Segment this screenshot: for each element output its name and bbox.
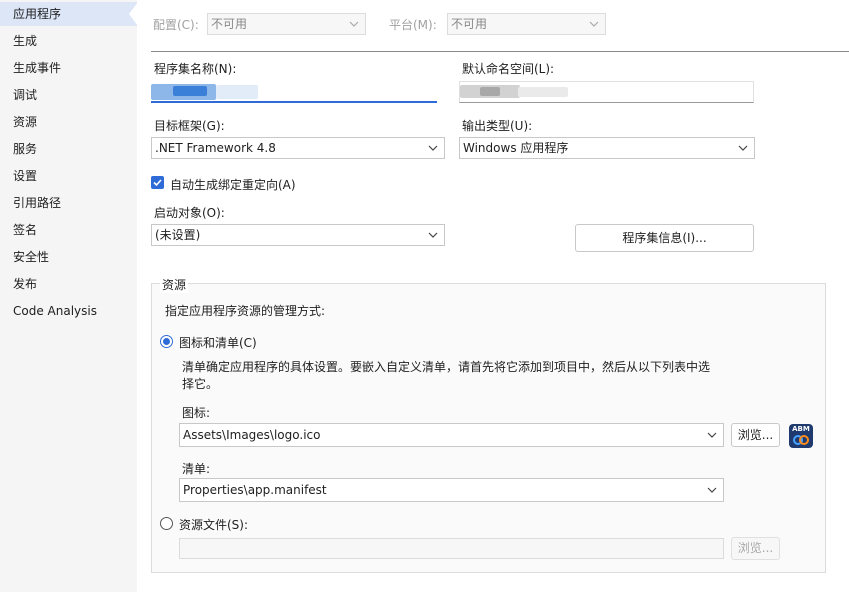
resources-description: 指定应用程序资源的管理方式: — [165, 304, 326, 318]
manifest-label: 清单: — [182, 462, 211, 476]
sidebar-item-build-events[interactable]: 生成事件 — [0, 56, 137, 80]
chevron-down-icon — [707, 487, 717, 493]
sidebar-item-code-analysis[interactable]: Code Analysis — [0, 299, 137, 323]
chevron-down-icon — [738, 145, 748, 151]
icon-value: Assets\Images\logo.ico — [183, 428, 321, 442]
icon-label: 图标: — [182, 406, 211, 420]
auto-binding-checkbox[interactable] — [151, 176, 164, 189]
config-value: 不可用 — [211, 17, 248, 31]
active-pointer — [129, 2, 138, 26]
checkmark-icon — [153, 179, 162, 187]
chevron-down-icon — [428, 232, 438, 238]
default-namespace-label: 默认命名空间(L): — [462, 62, 555, 76]
output-type-label: 输出类型(U): — [462, 119, 533, 133]
sidebar-item-security[interactable]: 安全性 — [0, 245, 137, 269]
sidebar-item-reference-paths[interactable]: 引用路径 — [0, 191, 137, 215]
sidebar-item-application[interactable]: 应用程序 — [0, 2, 138, 26]
assembly-info-button[interactable]: 程序集信息(I)... — [575, 224, 754, 252]
sidebar-item-signing[interactable]: 签名 — [0, 218, 137, 242]
target-framework-label: 目标框架(G): — [154, 119, 225, 133]
manifest-select[interactable]: Properties\app.manifest — [179, 478, 724, 502]
config-label: 配置(C): — [153, 18, 199, 32]
config-select[interactable]: 不可用 — [207, 13, 366, 35]
assembly-name-input[interactable] — [151, 81, 437, 103]
chevron-down-icon — [428, 145, 438, 151]
browse-resource-button[interactable]: 浏览... — [731, 537, 780, 560]
sidebar-item-label: 签名 — [13, 223, 38, 237]
sidebar-item-label: 资源 — [13, 115, 38, 129]
icon-select[interactable]: Assets\Images\logo.ico — [179, 423, 724, 447]
sidebar-item-build[interactable]: 生成 — [0, 29, 137, 53]
target-framework-value: .NET Framework 4.8 — [155, 141, 276, 155]
redacted-text — [518, 87, 568, 97]
chevron-down-icon — [589, 21, 599, 27]
resources-group-title: 资源 — [160, 276, 189, 293]
sidebar-item-label: 应用程序 — [13, 7, 62, 21]
chevron-down-icon — [349, 21, 359, 27]
resource-file-radio[interactable] — [160, 517, 173, 530]
icon-manifest-radio[interactable] — [160, 335, 173, 348]
chevron-down-icon — [707, 432, 717, 438]
resource-file-label[interactable]: 资源文件(S): — [179, 516, 248, 533]
sidebar-item-debug[interactable]: 调试 — [0, 83, 137, 107]
sidebar-item-services[interactable]: 服务 — [0, 137, 137, 161]
icon-manifest-desc-line2: 择它。 — [182, 377, 219, 391]
manifest-value: Properties\app.manifest — [183, 483, 327, 497]
sidebar-item-label: 生成事件 — [13, 61, 62, 75]
sidebar-item-settings[interactable]: 设置 — [0, 164, 137, 188]
sidebar-item-label: 发布 — [13, 277, 38, 291]
icon-manifest-desc-line1: 清单确定应用程序的具体设置。要嵌入自定义清单，请首先将它添加到项目中，然后从以下… — [182, 360, 711, 374]
output-type-select[interactable]: Windows 应用程序 — [459, 137, 755, 159]
platform-select[interactable]: 不可用 — [447, 13, 606, 35]
startup-object-label: 启动对象(O): — [154, 206, 225, 220]
logo-icon — [793, 435, 809, 445]
redacted-text — [216, 85, 258, 99]
startup-object-select[interactable]: (未设置) — [151, 224, 445, 246]
sidebar-item-label: 生成 — [13, 34, 38, 48]
app-icon-preview: ABM — [789, 424, 813, 448]
startup-object-value: (未设置) — [155, 228, 201, 242]
icon-manifest-label[interactable]: 图标和清单(C) — [179, 334, 257, 351]
sidebar-item-label: 设置 — [13, 169, 38, 183]
output-type-value: Windows 应用程序 — [463, 141, 569, 155]
default-namespace-input[interactable] — [459, 81, 754, 103]
resource-file-input[interactable] — [179, 538, 724, 559]
divider — [151, 51, 849, 52]
sidebar-item-label: 调试 — [13, 88, 38, 102]
platform-value: 不可用 — [451, 17, 488, 31]
redacted-text — [173, 86, 207, 96]
browse-icon-button[interactable]: 浏览... — [731, 423, 780, 447]
sidebar: 应用程序 生成 生成事件 调试 资源 服务 设置 引用路径 签名 安全性 发布 … — [0, 0, 138, 592]
sidebar-item-resources[interactable]: 资源 — [0, 110, 137, 134]
redacted-text — [480, 87, 500, 96]
auto-binding-label[interactable]: 自动生成绑定重定向(A) — [170, 176, 296, 193]
sidebar-item-publish[interactable]: 发布 — [0, 272, 137, 296]
sidebar-item-label: 服务 — [13, 142, 38, 156]
platform-label: 平台(M): — [389, 18, 437, 32]
sidebar-item-label: Code Analysis — [13, 304, 97, 318]
target-framework-select[interactable]: .NET Framework 4.8 — [151, 137, 445, 159]
assembly-name-label: 程序集名称(N): — [154, 62, 237, 76]
sidebar-item-label: 安全性 — [13, 250, 50, 264]
sidebar-item-label: 引用路径 — [13, 196, 62, 210]
app-icon-text: ABM — [792, 425, 810, 433]
